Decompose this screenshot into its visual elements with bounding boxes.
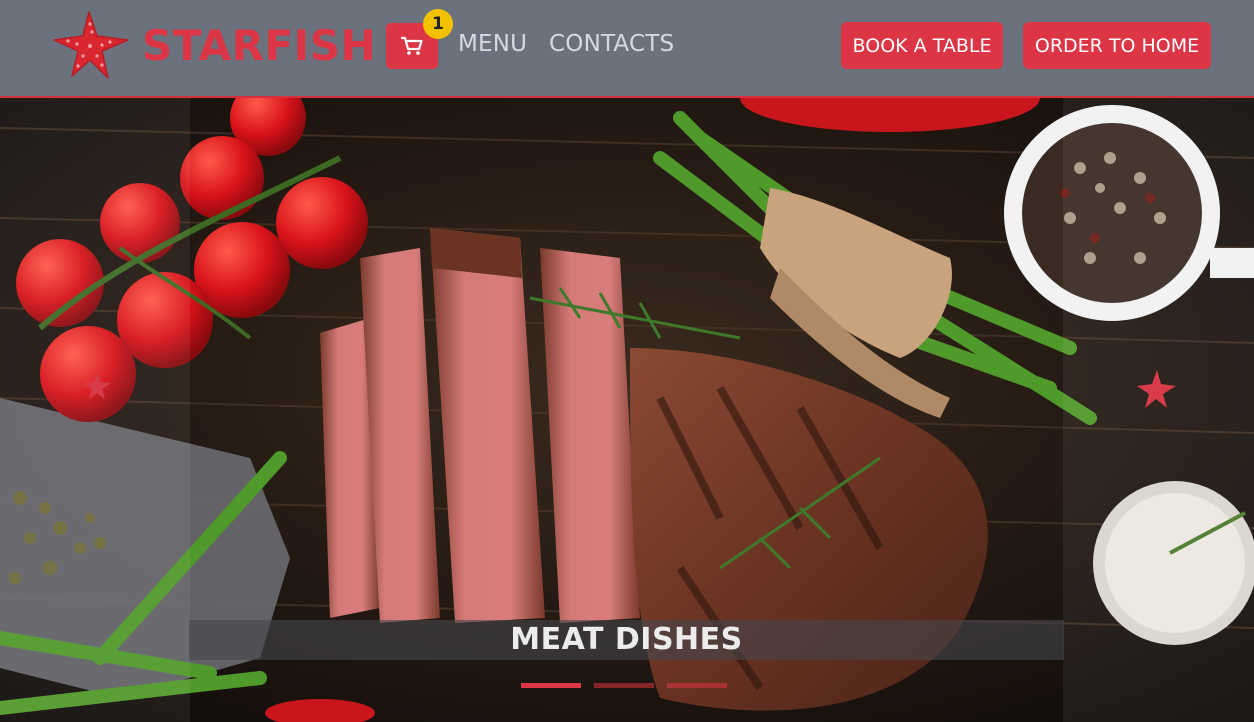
- nav-link-menu[interactable]: MENU: [458, 31, 527, 57]
- carousel-next-area[interactable]: [1063, 98, 1254, 722]
- carousel-indicator-1[interactable]: [521, 683, 581, 688]
- top-navbar: STARFISH 1 MENU CONTACTS BOOK A TABLE OR…: [0, 0, 1254, 98]
- carousel-prev-area[interactable]: [0, 98, 190, 722]
- shopping-cart-icon: [401, 36, 423, 55]
- brand-name: STARFISH: [142, 20, 377, 70]
- carousel-indicators: [521, 683, 727, 689]
- cart-count-badge: 1: [423, 9, 453, 39]
- slide-caption: MEAT DISHES: [510, 622, 743, 657]
- brand-logo-link[interactable]: STARFISH: [52, 10, 376, 80]
- carousel-indicator-2[interactable]: [594, 683, 654, 688]
- nav-link-contacts[interactable]: CONTACTS: [549, 31, 674, 57]
- starfish-icon: [53, 11, 129, 79]
- order-to-home-button[interactable]: ORDER TO HOME: [1023, 22, 1211, 69]
- carousel-indicator-3[interactable]: [667, 683, 727, 688]
- hero-carousel: MEAT DISHES: [0, 98, 1254, 722]
- book-table-button[interactable]: BOOK A TABLE: [841, 22, 1003, 69]
